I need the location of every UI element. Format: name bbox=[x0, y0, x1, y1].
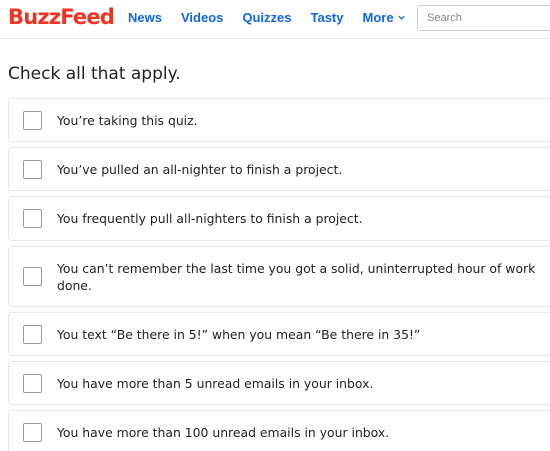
answer-option[interactable]: You have more than 100 unread emails in … bbox=[8, 410, 550, 451]
buzzfeed-logo[interactable]: BuzzFeed bbox=[8, 5, 115, 29]
answer-checkbox[interactable] bbox=[23, 373, 42, 393]
nav-more-label: More bbox=[362, 10, 394, 25]
search-input[interactable] bbox=[417, 5, 550, 31]
chevron-down-icon bbox=[397, 15, 405, 20]
answer-label: You’ve pulled an all-nighter to finish a… bbox=[57, 161, 343, 177]
answer-label: You can’t remember the last time you got… bbox=[57, 260, 536, 293]
answer-option[interactable]: You’ve pulled an all-nighter to finish a… bbox=[8, 147, 550, 191]
answer-option[interactable]: You can’t remember the last time you got… bbox=[8, 246, 550, 307]
answer-checkbox[interactable] bbox=[23, 159, 42, 179]
answer-option[interactable]: You’re taking this quiz. bbox=[8, 98, 550, 142]
nav-news[interactable]: News bbox=[128, 10, 162, 25]
answer-checkbox[interactable] bbox=[23, 422, 42, 442]
answer-option[interactable]: You frequently pull all-nighters to fini… bbox=[8, 196, 550, 241]
site-header: BuzzFeed News Videos Quizzes Tasty More bbox=[0, 0, 550, 39]
answer-label: You have more than 5 unread emails in yo… bbox=[57, 375, 374, 391]
answer-label: You text “Be there in 5!” when you mean … bbox=[57, 326, 421, 342]
answer-option[interactable]: You text “Be there in 5!” when you mean … bbox=[8, 312, 550, 356]
nav-quizzes[interactable]: Quizzes bbox=[242, 10, 291, 25]
nav-tasty[interactable]: Tasty bbox=[310, 10, 343, 25]
answer-checkbox[interactable] bbox=[23, 110, 42, 130]
answer-label: You have more than 100 unread emails in … bbox=[57, 424, 390, 440]
answer-checkbox[interactable] bbox=[23, 267, 42, 286]
nav-videos[interactable]: Videos bbox=[181, 10, 223, 25]
answer-checkbox[interactable] bbox=[23, 209, 42, 228]
main-nav: News Videos Quizzes Tasty More bbox=[128, 10, 425, 25]
nav-more[interactable]: More bbox=[362, 10, 405, 25]
question-title: Check all that apply. bbox=[8, 64, 181, 84]
answer-option[interactable]: You have more than 5 unread emails in yo… bbox=[8, 361, 550, 405]
answer-checkbox[interactable] bbox=[23, 324, 42, 344]
answer-label: You’re taking this quiz. bbox=[57, 112, 198, 128]
answer-label: You frequently pull all-nighters to fini… bbox=[57, 211, 363, 226]
